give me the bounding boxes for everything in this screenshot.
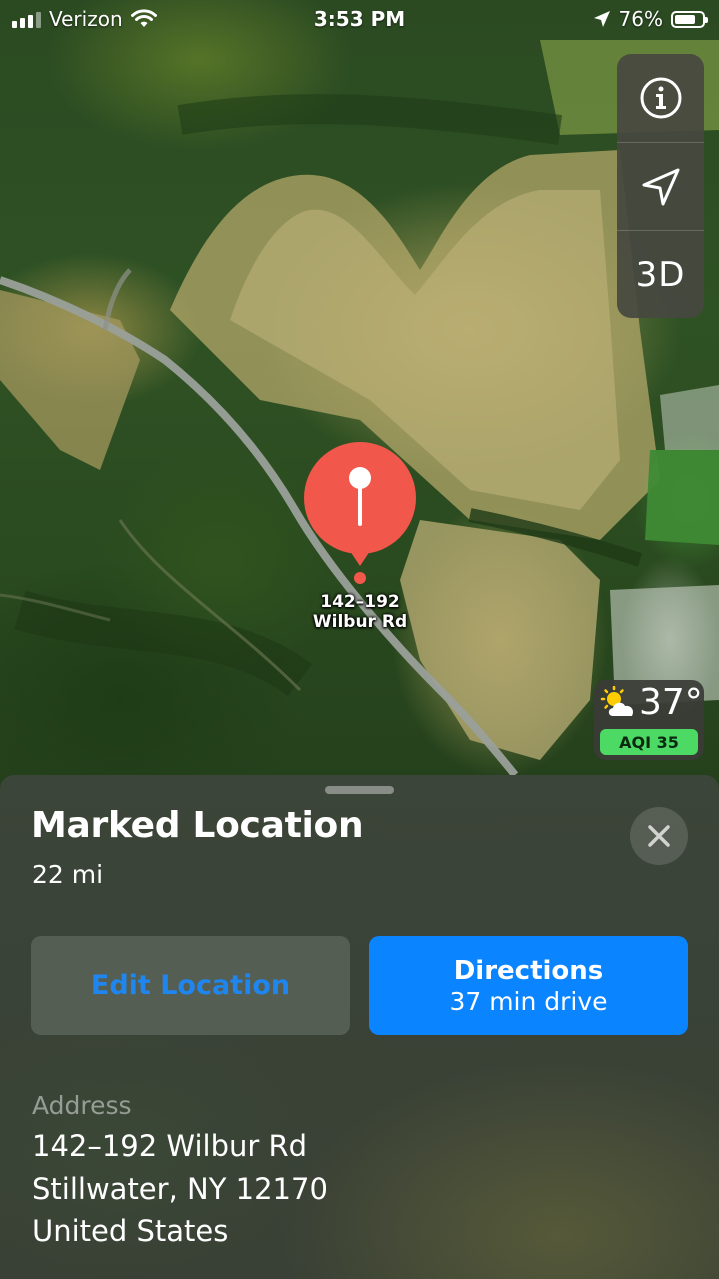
directions-time: 37 min drive bbox=[449, 986, 608, 1016]
edit-location-label: Edit Location bbox=[90, 970, 291, 1001]
status-right: 76% bbox=[593, 7, 708, 31]
edit-location-button[interactable]: Edit Location bbox=[31, 936, 350, 1035]
info-button[interactable] bbox=[617, 54, 704, 142]
place-distance: 22 mi bbox=[32, 860, 104, 889]
close-icon bbox=[648, 825, 670, 847]
sheet-grabber[interactable] bbox=[325, 786, 394, 794]
battery-icon bbox=[671, 10, 708, 28]
directions-button[interactable]: Directions 37 min drive bbox=[369, 936, 688, 1035]
temperature: 37° bbox=[639, 682, 703, 723]
place-title: Marked Location bbox=[31, 805, 364, 846]
address-label: Address bbox=[32, 1091, 132, 1120]
map-pin-icon bbox=[304, 442, 416, 584]
map-controls: 3D bbox=[617, 54, 704, 318]
3d-button[interactable]: 3D bbox=[617, 230, 704, 318]
aqi-badge: AQI 35 bbox=[600, 729, 698, 755]
weather-widget[interactable]: 37° AQI 35 bbox=[594, 680, 704, 760]
status-bar: Verizon 3:53 PM 76% bbox=[0, 0, 719, 40]
location-services-icon bbox=[593, 11, 610, 27]
address-line-3: United States bbox=[32, 1214, 229, 1248]
directions-label: Directions bbox=[453, 955, 604, 986]
battery-fill bbox=[675, 14, 695, 24]
battery-percent: 76% bbox=[618, 7, 663, 31]
place-card-sheet: Marked Location 22 mi Edit Location Dire… bbox=[0, 775, 719, 1279]
location-arrow-icon bbox=[642, 168, 679, 206]
3d-label: 3D bbox=[635, 255, 686, 295]
address-line-1: 142–192 Wilbur Rd bbox=[32, 1129, 308, 1163]
partly-cloudy-icon bbox=[600, 686, 634, 716]
pin-label-line2: Wilbur Rd bbox=[312, 612, 408, 632]
pin-label-line1: 142–192 bbox=[320, 592, 400, 612]
location-pin[interactable] bbox=[302, 442, 418, 587]
current-location-button[interactable] bbox=[617, 142, 704, 231]
address-line-2: Stillwater, NY 12170 bbox=[32, 1172, 328, 1206]
close-button[interactable] bbox=[630, 807, 688, 865]
pin-label: 142–192 Wilbur Rd bbox=[290, 592, 430, 632]
info-icon bbox=[640, 77, 681, 119]
